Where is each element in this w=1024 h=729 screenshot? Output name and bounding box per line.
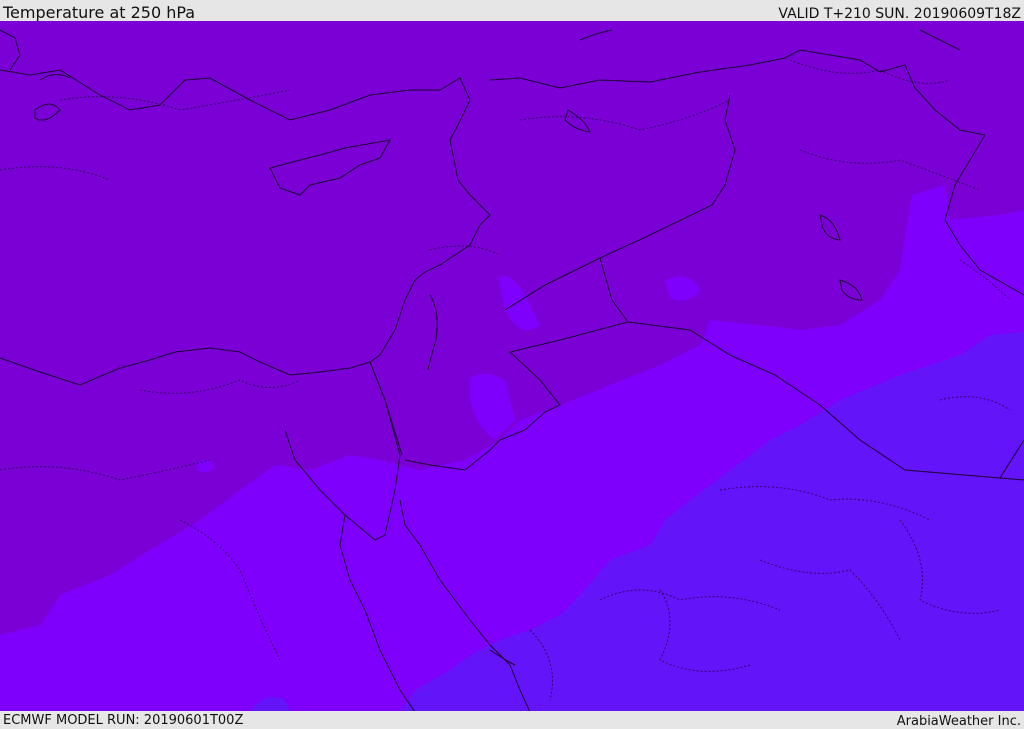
valid-time: VALID T+210 SUN. 20190609T18Z: [778, 6, 1021, 22]
footer-bar: ECMWF MODEL RUN: 20190601T00Z ArabiaWeat…: [0, 711, 1024, 729]
model-run: ECMWF MODEL RUN: 20190601T00Z: [3, 713, 244, 728]
credit-label: ArabiaWeather Inc.: [896, 714, 1021, 729]
temperature-map: [0, 21, 1024, 711]
header-bar: Temperature at 250 hPa VALID T+210 SUN. …: [0, 0, 1024, 22]
map-title: Temperature at 250 hPa: [3, 3, 196, 22]
